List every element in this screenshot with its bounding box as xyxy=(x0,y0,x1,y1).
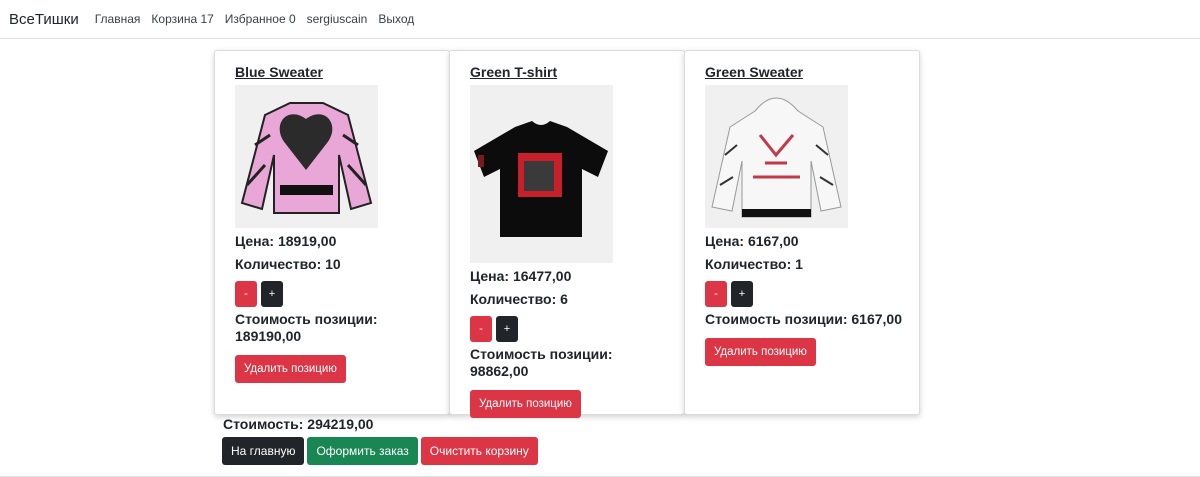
decrease-quantity-button[interactable]: - xyxy=(470,316,492,342)
product-price: Цена: 16477,00 xyxy=(470,268,572,284)
product-title-link[interactable]: Blue Sweater xyxy=(235,64,429,80)
decrease-quantity-button[interactable]: - xyxy=(235,281,257,307)
nav-link-home[interactable]: Главная xyxy=(95,12,141,26)
line-total: Стоимость позиции: 189190,00 xyxy=(235,311,378,344)
decrease-quantity-button[interactable]: - xyxy=(705,281,727,307)
product-image[interactable] xyxy=(235,85,378,228)
checkout-button[interactable]: Оформить заказ xyxy=(307,437,418,465)
product-image[interactable] xyxy=(705,85,848,228)
brand-logo[interactable]: ВсеТишки xyxy=(9,11,79,28)
line-total: Стоимость позиции: 6167,00 xyxy=(705,311,902,327)
top-navbar: ВсеТишки Главная Корзина 17 Избранное 0 … xyxy=(0,0,1200,39)
nav-link-username[interactable]: sergiuscain xyxy=(307,12,368,26)
remove-item-button[interactable]: Удалить позицию xyxy=(470,390,581,418)
cart-item-card: Green T-shirt Цена: 16477,00 Количество:… xyxy=(449,50,685,418)
product-price: Цена: 18919,00 xyxy=(235,233,337,249)
nav-link-logout[interactable]: Выход xyxy=(378,12,414,26)
cart-actions: На главную Оформить заказ Очистить корзи… xyxy=(222,437,538,465)
cart-item-card: Blue Sweater Цена: 18919,00 Количество: … xyxy=(214,50,450,415)
product-price: Цена: 6167,00 xyxy=(705,233,799,249)
go-home-button[interactable]: На главную xyxy=(222,437,305,465)
cart-total: Стоимость: 294219,00 xyxy=(223,416,374,432)
increase-quantity-button[interactable]: + xyxy=(496,316,518,342)
nav-link-cart[interactable]: Корзина 17 xyxy=(151,12,213,26)
product-quantity: Количество: 6 xyxy=(470,291,568,307)
clear-cart-button[interactable]: Очистить корзину xyxy=(420,437,538,465)
remove-item-button[interactable]: Удалить позицию xyxy=(235,355,346,383)
nav-link-favorites[interactable]: Избранное 0 xyxy=(225,12,296,26)
product-title-link[interactable]: Green Sweater xyxy=(705,64,899,80)
remove-item-button[interactable]: Удалить позицию xyxy=(705,338,816,366)
product-title-link[interactable]: Green T-shirt xyxy=(470,64,664,80)
cart-item-card: Green Sweater Цена: 6167,00 Количество: … xyxy=(684,50,920,415)
product-image[interactable] xyxy=(470,85,613,263)
line-total: Стоимость позиции: 98862,00 xyxy=(470,346,613,379)
product-quantity: Количество: 1 xyxy=(705,256,803,272)
increase-quantity-button[interactable]: + xyxy=(731,281,753,307)
increase-quantity-button[interactable]: + xyxy=(261,281,283,307)
product-quantity: Количество: 10 xyxy=(235,256,341,272)
cart-items: Blue Sweater Цена: 18919,00 Количество: … xyxy=(214,50,920,418)
